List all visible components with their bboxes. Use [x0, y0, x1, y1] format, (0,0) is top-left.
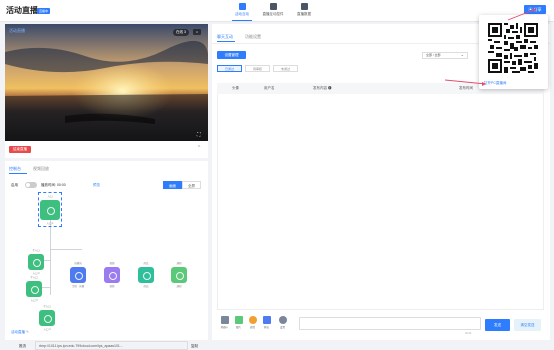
copy-button[interactable]: 复制 [191, 344, 198, 349]
push-label: 推流 [19, 344, 26, 348]
arrow-qr-link [444, 79, 487, 85]
push-url-field[interactable]: rtmp://1011.lps.ipn.edu.799cloud.com/lps… [35, 341, 188, 350]
arrow-share [507, 8, 537, 21]
push-url-row: 推流 rtmp://1011.lps.ipn.edu.799cloud.com/… [19, 341, 198, 350]
annotation-arrows [444, 8, 537, 86]
arrowhead [482, 82, 486, 86]
